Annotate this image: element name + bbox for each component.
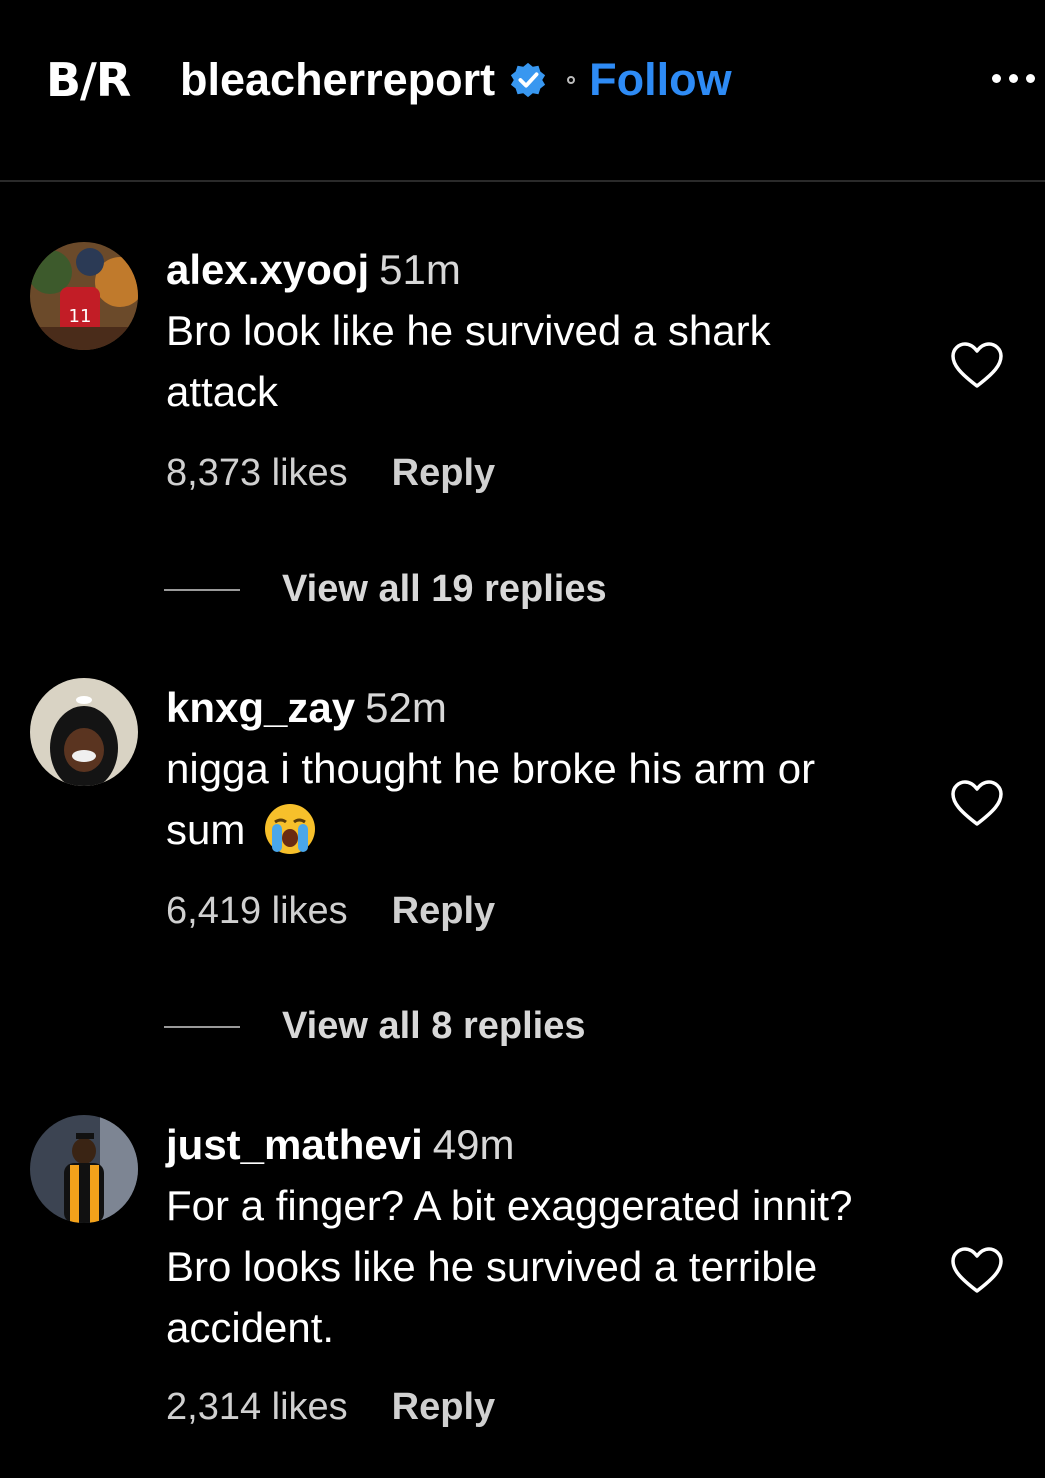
reply-button[interactable]: Reply xyxy=(392,890,495,933)
verified-badge-icon xyxy=(511,62,546,98)
comment-likes[interactable]: 2,314 likes xyxy=(166,1386,348,1429)
comment-likes[interactable]: 6,419 likes xyxy=(166,890,348,933)
reply-button[interactable]: Reply xyxy=(392,1386,495,1429)
avatar[interactable] xyxy=(30,678,138,786)
comment-text: For a finger? A bit exaggerated innit? B… xyxy=(166,1182,853,1351)
account-row: bleacherreport Follow xyxy=(180,50,732,110)
svg-text:11: 11 xyxy=(69,306,92,327)
comment-likes[interactable]: 8,373 likes xyxy=(166,452,348,495)
loudly-crying-face-icon xyxy=(265,804,316,854)
header-divider xyxy=(0,180,1045,182)
comment-text-row: nigga i thought he broke his arm or sum xyxy=(166,738,886,860)
comment-username[interactable]: just_mathevi xyxy=(166,1121,423,1168)
replies-line xyxy=(164,1025,240,1028)
comment-username[interactable]: alex.xyooj xyxy=(166,246,369,293)
more-options-icon[interactable] xyxy=(992,74,1035,83)
comment-text: Bro look like he survived a shark attack xyxy=(166,307,771,415)
follow-button[interactable]: Follow xyxy=(589,54,731,106)
separator-dot xyxy=(567,76,576,84)
view-replies-label[interactable]: View all 8 replies xyxy=(282,1005,585,1048)
replies-line xyxy=(164,588,240,591)
account-name[interactable]: bleacherreport xyxy=(180,54,495,106)
view-replies-label[interactable]: View all 19 replies xyxy=(282,568,607,611)
bleacher-report-logo[interactable]: B/R xyxy=(46,52,131,108)
like-heart-icon[interactable] xyxy=(950,342,1004,390)
comment-time: 51m xyxy=(379,246,461,293)
comment-body: just_mathevi 49m For a finger? A bit exag… xyxy=(166,1115,906,1429)
view-replies-button[interactable]: View all 19 replies xyxy=(164,568,607,611)
comment-time: 52m xyxy=(365,684,447,731)
like-heart-icon[interactable] xyxy=(950,1247,1004,1295)
avatar[interactable]: 11 xyxy=(30,242,138,350)
reply-button[interactable]: Reply xyxy=(392,452,495,495)
view-replies-button[interactable]: View all 8 replies xyxy=(164,1005,585,1048)
comment-body: knxg_zay 52m nigga i thought he broke his… xyxy=(166,678,906,933)
comment-body: alex.xyooj 51m Bro look like he survived … xyxy=(166,240,906,495)
comment-time: 49m xyxy=(432,1121,515,1168)
like-heart-icon[interactable] xyxy=(950,780,1004,828)
comment-username[interactable]: knxg_zay xyxy=(166,684,355,731)
post-header: B/R bleacherreport Follow xyxy=(0,0,1045,180)
avatar[interactable] xyxy=(30,1115,138,1223)
